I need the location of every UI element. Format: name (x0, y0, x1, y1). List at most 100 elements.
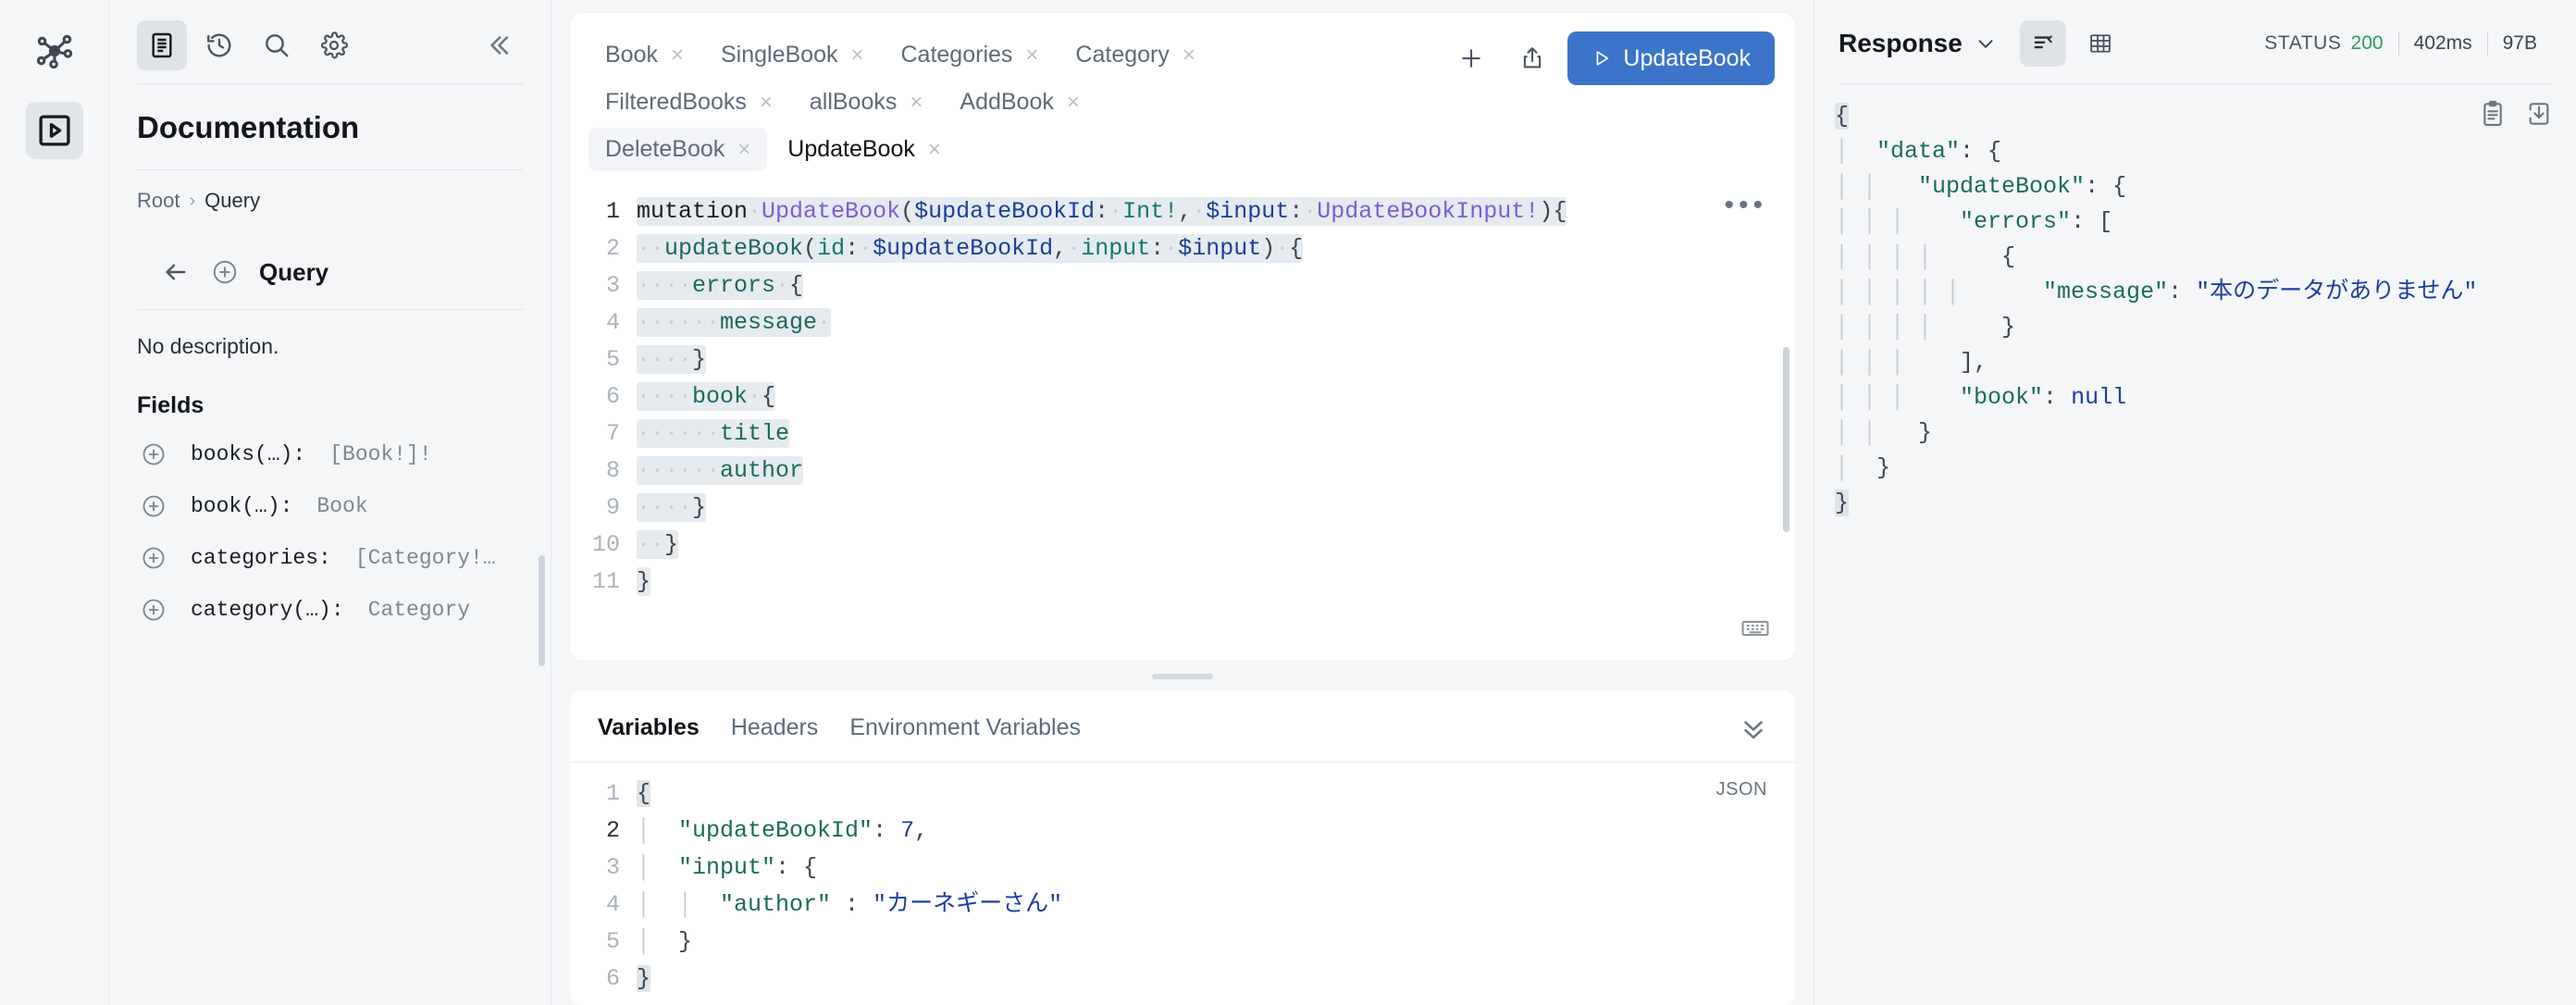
type-description: No description. (137, 334, 279, 358)
plus-circle-icon[interactable] (141, 493, 167, 519)
graph-network-icon[interactable] (28, 24, 81, 78)
plus-icon[interactable] (1445, 32, 1497, 84)
graphql-code-editor[interactable]: ••• 1 mutation·UpdateBook($updateBookId:·… (570, 180, 1795, 661)
variables-code-content: 1 { 2 │ "updateBookId": 7, 3 │ "input": { 4… (570, 763, 1795, 998)
tab-singlebook[interactable]: SingleBook × (704, 33, 881, 77)
close-icon[interactable]: × (928, 138, 941, 161)
explorer-play-icon[interactable] (25, 102, 83, 159)
tab-headers[interactable]: Headers (731, 714, 819, 741)
field-row-categories[interactable]: categories: [Category!… (109, 532, 551, 584)
chevron-down-icon[interactable] (1974, 31, 1998, 56)
type-header: Query (109, 213, 551, 309)
close-icon[interactable]: × (671, 43, 684, 67)
tab-book[interactable]: Book × (588, 33, 700, 77)
close-icon[interactable]: × (760, 91, 773, 114)
chevron-double-left-icon[interactable] (473, 20, 523, 70)
keyboard-icon[interactable] (1740, 613, 1771, 644)
table-view-icon[interactable] (2077, 20, 2124, 67)
tab-environment-variables[interactable]: Environment Variables (849, 714, 1081, 741)
arrow-left-icon[interactable] (161, 257, 191, 287)
field-type: [Category!… (354, 546, 496, 570)
breadcrumb: Root › Query (109, 170, 551, 213)
tab-filteredbooks[interactable]: FilteredBooks × (588, 81, 789, 124)
plus-circle-icon[interactable] (141, 545, 167, 571)
tab-label: Categories (900, 42, 1013, 68)
documentation-sidebar: Documentation Root › Query Query No desc… (109, 0, 551, 1005)
editor-actions: UpdateBook (1445, 31, 1775, 85)
line-number: 7 (605, 420, 620, 447)
download-icon[interactable] (2524, 99, 2554, 129)
response-time: 402ms (2413, 32, 2472, 54)
tab-categories[interactable]: Categories × (885, 33, 1056, 77)
close-icon[interactable]: × (850, 43, 863, 67)
clipboard-copy-icon[interactable] (2478, 99, 2508, 129)
tab-addbook[interactable]: AddBook × (943, 81, 1096, 124)
line-number: 1 (605, 198, 620, 225)
response-size: 97B (2502, 32, 2537, 54)
code-line-2: ··updateBook(id:·$updateBookId,·input:·$… (637, 234, 1304, 263)
field-row-books[interactable]: books(…): [Book!]! (109, 428, 551, 480)
response-title: Response (1839, 29, 1963, 57)
history-icon[interactable] (194, 20, 244, 70)
code-line-10: ··} (637, 530, 679, 559)
operation-editor-column: Book × SingleBook × Categories × Categor… (551, 0, 1814, 1005)
documentation-icon[interactable] (137, 20, 187, 70)
line-number: 6 (605, 383, 620, 410)
field-row-book[interactable]: book(…): Book (109, 480, 551, 532)
tab-category[interactable]: Category × (1059, 33, 1211, 77)
chevron-double-down-icon[interactable] (1738, 713, 1769, 744)
left-rail (0, 0, 109, 1005)
plus-circle-icon[interactable] (211, 258, 239, 286)
line-number: 4 (605, 309, 620, 336)
variables-editor[interactable]: JSON 1 { 2 │ "updateBookId": 7, 3 │ "input"… (570, 763, 1795, 1005)
close-icon[interactable]: × (1067, 91, 1080, 114)
line-number: 10 (591, 531, 620, 558)
code-line-4: ······message· (637, 308, 832, 337)
field-name: category(…): (191, 598, 344, 622)
tab-allbooks[interactable]: allBooks × (793, 81, 940, 124)
search-icon[interactable] (252, 20, 302, 70)
field-type: Book (316, 494, 368, 518)
tab-label: allBooks (809, 89, 898, 115)
breadcrumb-current[interactable]: Query (204, 189, 260, 213)
status-badge: STATUS 200 (2249, 32, 2397, 55)
ellipsis-icon[interactable]: ••• (1724, 192, 1767, 219)
run-operation-button[interactable]: UpdateBook (1567, 31, 1775, 85)
field-name: books(…): (191, 442, 306, 466)
tab-deletebook[interactable]: DeleteBook × (588, 128, 768, 171)
response-meta: STATUS 200 402ms 97B (2249, 31, 2552, 56)
operation-editor-card: Book × SingleBook × Categories × Categor… (570, 13, 1795, 661)
response-actions (2478, 99, 2554, 129)
close-icon[interactable]: × (1183, 43, 1195, 67)
code-line-6: ····book·{ (637, 382, 776, 411)
plus-circle-icon[interactable] (141, 441, 167, 467)
code-line-11: } (637, 567, 651, 596)
plus-circle-icon[interactable] (141, 597, 167, 623)
variables-card: Variables Headers Environment Variables … (570, 690, 1795, 1005)
run-button-label: UpdateBook (1623, 44, 1751, 71)
tab-updatebook[interactable]: UpdateBook × (771, 128, 958, 171)
tab-variables[interactable]: Variables (598, 714, 700, 741)
vars-line-2: │ "updateBookId": 7, (637, 817, 929, 844)
breadcrumb-root[interactable]: Root (137, 189, 180, 213)
close-icon[interactable]: × (737, 138, 750, 161)
response-body[interactable]: { │ "data": { │ │ "updateBook": { │ │ │ … (1814, 84, 2576, 521)
line-number: 5 (605, 928, 620, 955)
field-row-category[interactable]: category(…): Category (109, 584, 551, 636)
tab-label: AddBook (960, 89, 1054, 115)
share-upload-icon[interactable] (1506, 32, 1558, 84)
sidebar-scrollbar[interactable] (539, 555, 545, 666)
close-icon[interactable]: × (910, 91, 923, 114)
code-line-8: ······author (637, 456, 804, 485)
code-line-7: ······title (637, 419, 790, 448)
tab-label: Category (1075, 42, 1170, 68)
tab-label: DeleteBook (605, 136, 725, 162)
operation-tabs: Book × SingleBook × Categories × Categor… (570, 13, 1795, 180)
gear-icon[interactable] (309, 20, 359, 70)
json-view-icon[interactable] (2019, 20, 2066, 67)
variables-tabs: Variables Headers Environment Variables (570, 690, 1795, 762)
panel-resize-handle[interactable] (1152, 674, 1213, 679)
editor-scrollbar[interactable] (1783, 347, 1790, 532)
response-panel: Response STATUS 200 402ms 97B {│ "data"… (1814, 0, 2576, 1005)
close-icon[interactable]: × (1025, 43, 1038, 67)
